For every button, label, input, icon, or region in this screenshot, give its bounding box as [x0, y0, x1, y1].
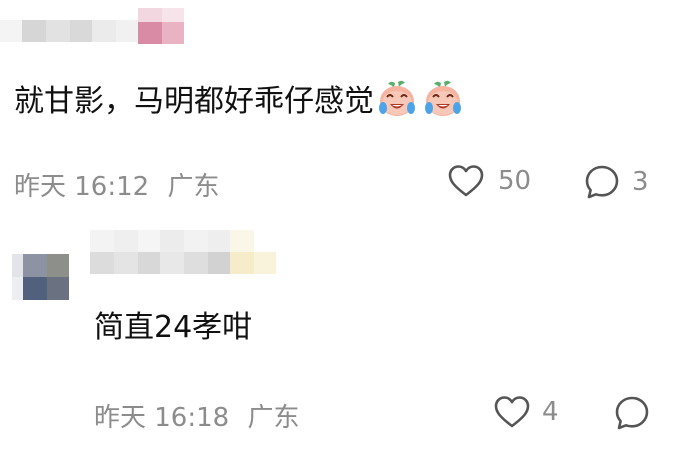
comment-text: 简直24孝咁	[94, 310, 253, 345]
comment-location: 广东	[247, 403, 300, 433]
like-button[interactable]: 50	[448, 164, 531, 198]
reply-button[interactable]: 3	[584, 164, 649, 200]
comment-meta: 昨天 16:18 广东	[94, 397, 299, 434]
comment-meta: 昨天 16:12 广东	[14, 166, 219, 203]
like-button[interactable]: 4	[494, 395, 559, 429]
speech-bubble-icon	[614, 395, 650, 431]
username-blurred[interactable]	[90, 230, 280, 274]
like-count: 50	[498, 166, 532, 196]
username-blurred[interactable]	[0, 8, 190, 48]
comment-time: 昨天 16:12	[14, 172, 150, 202]
speech-bubble-icon	[584, 164, 620, 200]
reply-count: 3	[632, 167, 649, 197]
comment-location: 广东	[167, 172, 220, 202]
comment-body: 就甘影，马明都好乖仔感觉	[14, 84, 374, 119]
crying-laughing-peach-icon	[376, 78, 464, 127]
heart-outline-icon	[494, 395, 530, 429]
avatar-blurred[interactable]	[12, 254, 72, 300]
like-count: 4	[542, 397, 559, 427]
comment-text: 就甘影，马明都好乖仔感觉	[14, 78, 464, 127]
heart-outline-icon	[448, 164, 484, 198]
reply-button[interactable]	[614, 395, 650, 431]
comment-time: 昨天 16:18	[94, 403, 230, 433]
